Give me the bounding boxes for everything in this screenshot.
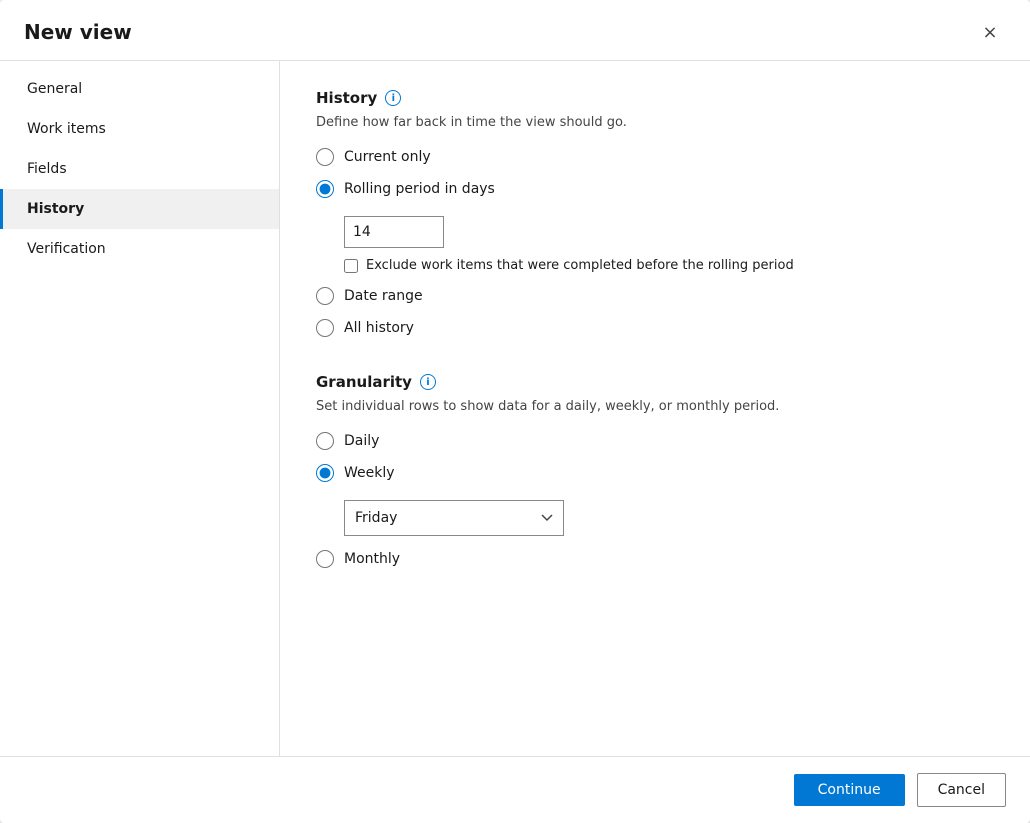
cancel-button[interactable]: Cancel bbox=[917, 773, 1006, 807]
dialog-title: New view bbox=[24, 20, 132, 44]
granularity-option-weekly[interactable]: Weekly bbox=[316, 464, 994, 482]
granularity-radio-weekly[interactable] bbox=[316, 464, 334, 482]
history-option-all-history-label: All history bbox=[344, 320, 414, 336]
history-option-current-only[interactable]: Current only bbox=[316, 148, 994, 166]
granularity-radio-monthly[interactable] bbox=[316, 550, 334, 568]
granularity-section-title: Granularity bbox=[316, 373, 412, 391]
sidebar: General Work items Fields History Verifi… bbox=[0, 61, 280, 756]
history-info-icon: i bbox=[385, 90, 401, 106]
sidebar-item-history[interactable]: History bbox=[0, 189, 279, 229]
weekly-sub-options: Sunday Monday Tuesday Wednesday Thursday… bbox=[344, 500, 994, 536]
history-radio-group: Current only Rolling period in days Excl… bbox=[316, 148, 994, 337]
history-radio-date-range[interactable] bbox=[316, 287, 334, 305]
history-section: History i Define how far back in time th… bbox=[316, 89, 994, 337]
history-option-date-range[interactable]: Date range bbox=[316, 287, 994, 305]
history-description: Define how far back in time the view sho… bbox=[316, 115, 994, 130]
history-option-date-range-label: Date range bbox=[344, 288, 423, 304]
granularity-radio-daily[interactable] bbox=[316, 432, 334, 450]
weekly-day-select[interactable]: Sunday Monday Tuesday Wednesday Thursday… bbox=[344, 500, 564, 536]
history-option-all-history[interactable]: All history bbox=[316, 319, 994, 337]
history-section-title: History bbox=[316, 89, 377, 107]
granularity-option-daily[interactable]: Daily bbox=[316, 432, 994, 450]
history-section-header: History i bbox=[316, 89, 994, 107]
granularity-option-weekly-label: Weekly bbox=[344, 465, 395, 481]
rolling-days-input[interactable] bbox=[344, 216, 444, 248]
dialog-body: General Work items Fields History Verifi… bbox=[0, 61, 1030, 756]
granularity-option-monthly[interactable]: Monthly bbox=[316, 550, 994, 568]
history-radio-current-only[interactable] bbox=[316, 148, 334, 166]
granularity-description: Set individual rows to show data for a d… bbox=[316, 399, 994, 414]
history-option-rolling-period-label: Rolling period in days bbox=[344, 181, 495, 197]
granularity-section: Granularity i Set individual rows to sho… bbox=[316, 373, 994, 568]
main-content: History i Define how far back in time th… bbox=[280, 61, 1030, 756]
granularity-section-header: Granularity i bbox=[316, 373, 994, 391]
new-view-dialog: New view × General Work items Fields His… bbox=[0, 0, 1030, 823]
granularity-option-daily-label: Daily bbox=[344, 433, 379, 449]
sidebar-item-fields[interactable]: Fields bbox=[0, 149, 279, 189]
history-radio-all-history[interactable] bbox=[316, 319, 334, 337]
sidebar-item-work-items[interactable]: Work items bbox=[0, 109, 279, 149]
granularity-info-icon: i bbox=[420, 374, 436, 390]
history-option-rolling-period[interactable]: Rolling period in days bbox=[316, 180, 994, 198]
exclude-label: Exclude work items that were completed b… bbox=[366, 258, 794, 273]
rolling-period-sub-options: Exclude work items that were completed b… bbox=[344, 216, 994, 273]
dialog-footer: Continue Cancel bbox=[0, 756, 1030, 823]
exclude-checkbox-option[interactable]: Exclude work items that were completed b… bbox=[344, 258, 994, 273]
granularity-option-monthly-label: Monthly bbox=[344, 551, 400, 567]
history-radio-rolling-period[interactable] bbox=[316, 180, 334, 198]
continue-button[interactable]: Continue bbox=[794, 774, 905, 806]
exclude-completed-checkbox[interactable] bbox=[344, 259, 358, 273]
history-option-current-only-label: Current only bbox=[344, 149, 431, 165]
close-button[interactable]: × bbox=[974, 16, 1006, 48]
dialog-header: New view × bbox=[0, 0, 1030, 61]
sidebar-item-verification[interactable]: Verification bbox=[0, 229, 279, 269]
granularity-radio-group: Daily Weekly Sunday Monday Tuesday Wedne… bbox=[316, 432, 994, 568]
sidebar-item-general[interactable]: General bbox=[0, 69, 279, 109]
